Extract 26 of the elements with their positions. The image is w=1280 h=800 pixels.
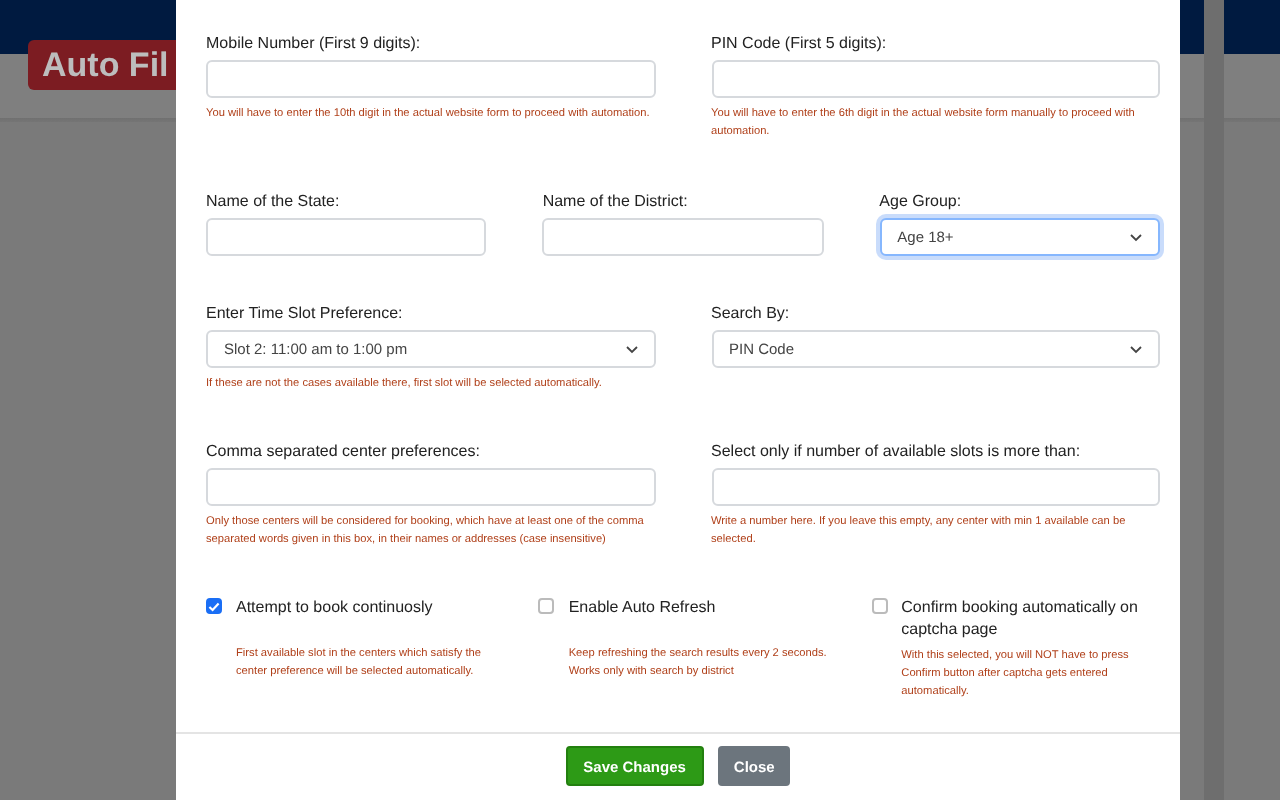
checkbox[interactable] [871, 598, 888, 615]
input-field[interactable] [206, 467, 655, 506]
checkbox-label: Enable Auto Refresh [568, 596, 718, 619]
checkbox-label: Attempt to book continuosly [236, 596, 435, 619]
scrollbar[interactable] [1204, 0, 1224, 800]
app-title-button[interactable]: Auto Fil [28, 40, 176, 90]
field-label: PIN Code (First 5 digits): [711, 34, 889, 52]
checkbox-label: Confirm booking automatically on captcha page [901, 596, 1140, 642]
checkbox[interactable] [538, 598, 555, 615]
input-field[interactable] [206, 60, 655, 98]
field-label: Name of the State: [206, 192, 342, 211]
input-field[interactable] [542, 218, 824, 257]
chevron-down-icon [625, 345, 637, 354]
input-field[interactable] [206, 218, 487, 257]
chevron-down-icon [1129, 233, 1142, 242]
field-label: Comma separated center preferences: [206, 441, 482, 460]
input-field[interactable] [711, 60, 1160, 98]
chevron-down-icon [1130, 345, 1142, 354]
field-label: Select only if number of available slots is more than: [711, 441, 1083, 460]
field-label: Mobile Number (First 9 digits): [206, 34, 423, 52]
field-label: Name of the District: [542, 192, 690, 211]
field-label: Enter Time Slot Preference: [206, 304, 405, 323]
field-label: Search By: [711, 304, 792, 323]
field-label: Age Group: [879, 192, 964, 211]
input-field[interactable] [711, 467, 1160, 506]
checkbox[interactable] [206, 598, 222, 615]
